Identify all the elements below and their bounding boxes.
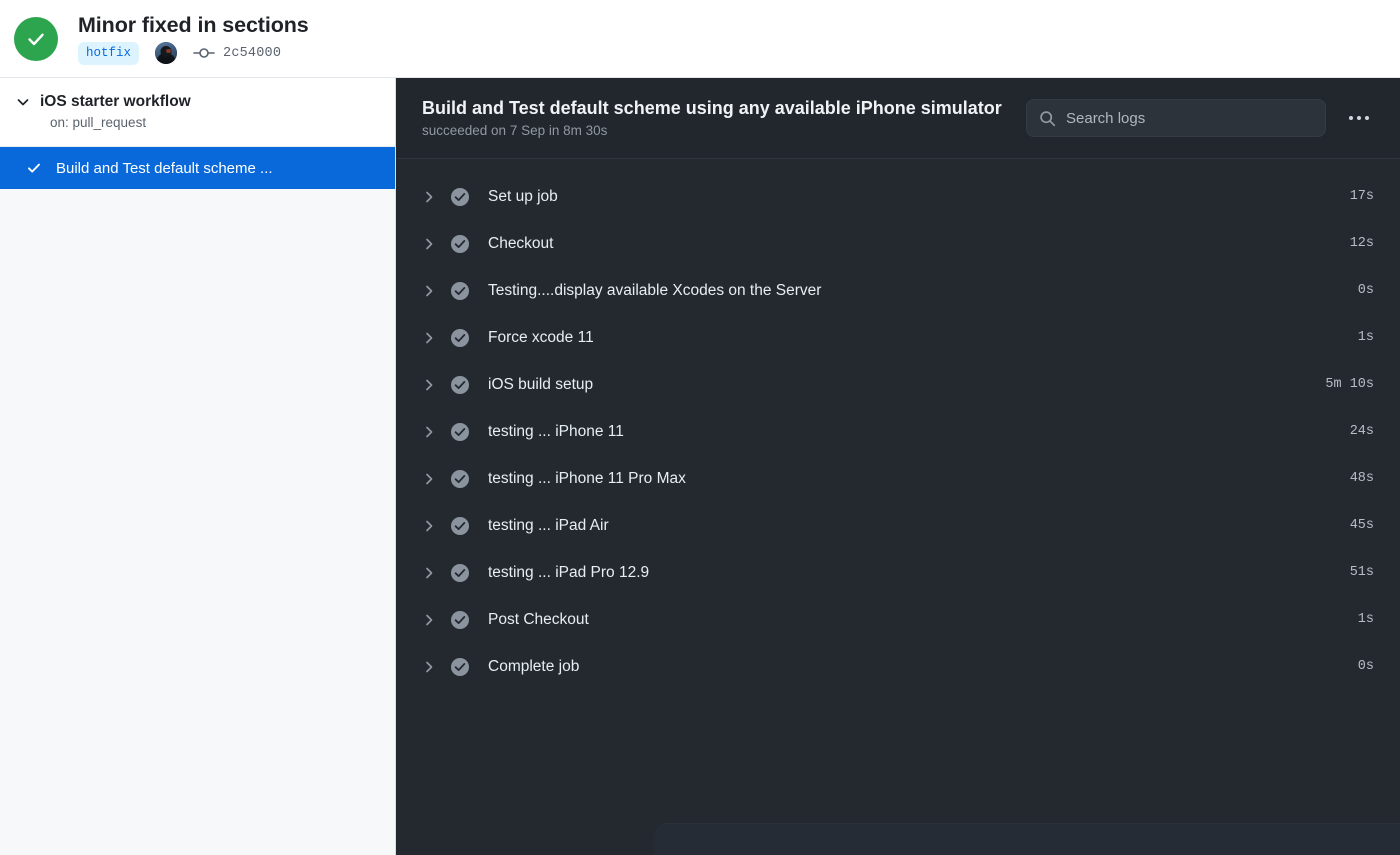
step-status-icon [450, 657, 470, 677]
step-row[interactable]: Set up job 17s [396, 173, 1400, 220]
step-row[interactable]: testing ... iPhone 11 Pro Max 48s [396, 455, 1400, 502]
check-icon [26, 160, 42, 176]
step-name: Post Checkout [488, 610, 589, 628]
step-status-icon [450, 328, 470, 348]
step-name: testing ... iPad Pro 12.9 [488, 563, 650, 581]
sidebar: iOS starter workflow on: pull_request Bu… [0, 78, 396, 855]
run-status-icon [14, 16, 58, 61]
step-duration: 48s [1349, 471, 1374, 486]
search-logs-box[interactable] [1026, 99, 1326, 137]
commit-sha[interactable]: 2c54000 [223, 46, 281, 61]
step-status-icon [450, 610, 470, 630]
chevron-right-icon[interactable] [422, 425, 444, 439]
steps-list: Set up job 17s Checkout 12s Testing....displ… [396, 159, 1400, 855]
step-duration: 0s [1357, 659, 1374, 674]
chevron-right-icon[interactable] [422, 660, 444, 674]
chevron-right-icon[interactable] [422, 331, 444, 345]
step-name: Testing....display available Xcodes on t… [488, 281, 822, 299]
step-row[interactable]: Testing....display available Xcodes on t… [396, 267, 1400, 314]
branch-badge[interactable]: hotfix [78, 41, 140, 65]
step-name: testing ... iPad Air [488, 516, 609, 534]
log-panel: Build and Test default scheme using any … [396, 78, 1400, 855]
step-status-icon [450, 187, 470, 207]
sidebar-empty-space [0, 189, 395, 855]
chevron-right-icon[interactable] [422, 613, 444, 627]
step-status-icon [450, 516, 470, 536]
workflow-name: iOS starter workflow [40, 93, 191, 110]
job-title: Build and Test default scheme using any … [422, 98, 1002, 118]
workflow-trigger: on: pull_request [50, 115, 147, 130]
workflow-run-page: Minor fixed in sections hotfix 2c54000 i… [0, 0, 1400, 855]
step-name: Complete job [488, 657, 580, 675]
avatar[interactable] [155, 42, 178, 64]
step-name: Checkout [488, 234, 554, 252]
run-sub-row: hotfix 2c54000 [78, 41, 309, 65]
chevron-right-icon[interactable] [422, 472, 444, 486]
step-duration: 1s [1357, 612, 1374, 627]
chevron-right-icon[interactable] [422, 237, 444, 251]
step-name: testing ... iPhone 11 Pro Max [488, 469, 686, 487]
step-duration: 17s [1349, 189, 1374, 204]
step-row[interactable]: testing ... iPad Air 45s [396, 502, 1400, 549]
chevron-right-icon[interactable] [422, 378, 444, 392]
chevron-right-icon[interactable] [422, 566, 444, 580]
step-duration: 24s [1349, 424, 1374, 439]
step-row[interactable]: Complete job 0s [396, 643, 1400, 690]
step-status-icon [450, 469, 470, 489]
git-commit-icon [193, 47, 215, 59]
step-row[interactable]: Force xcode 11 1s [396, 314, 1400, 361]
step-status-icon [450, 422, 470, 442]
step-name: Force xcode 11 [488, 328, 594, 346]
step-row[interactable]: testing ... iPhone 11 24s [396, 408, 1400, 455]
page-body: iOS starter workflow on: pull_request Bu… [0, 78, 1400, 855]
workflow-row[interactable]: iOS starter workflow [16, 93, 379, 111]
step-row[interactable]: Checkout 12s [396, 220, 1400, 267]
step-name: testing ... iPhone 11 [488, 422, 624, 440]
workflow-block: iOS starter workflow on: pull_request [0, 78, 395, 147]
step-status-icon [450, 375, 470, 395]
sidebar-item-job-label: Build and Test default scheme ... [56, 159, 273, 177]
step-duration: 5m 10s [1325, 377, 1374, 392]
step-row[interactable]: iOS build setup 5m 10s [396, 361, 1400, 408]
chevron-down-icon[interactable] [16, 95, 30, 109]
step-duration: 0s [1357, 283, 1374, 298]
search-input[interactable] [1066, 109, 1313, 127]
step-name: Set up job [488, 187, 558, 205]
chevron-right-icon[interactable] [422, 190, 444, 204]
run-meta: Minor fixed in sections hotfix 2c54000 [78, 12, 309, 65]
log-panel-header-texts: Build and Test default scheme using any … [422, 98, 1010, 138]
step-status-icon [450, 234, 470, 254]
step-status-icon [450, 281, 470, 301]
search-icon [1040, 110, 1056, 126]
sidebar-item-job[interactable]: Build and Test default scheme ... [0, 147, 395, 189]
job-status-summary: succeeded on 7 Sep in 8m 30s [422, 123, 608, 138]
kebab-menu-icon[interactable] [1342, 101, 1376, 135]
step-row[interactable]: Post Checkout 1s [396, 596, 1400, 643]
step-name: iOS build setup [488, 375, 594, 393]
chevron-right-icon[interactable] [422, 284, 444, 298]
chevron-right-icon[interactable] [422, 519, 444, 533]
log-panel-header: Build and Test default scheme using any … [396, 78, 1400, 159]
step-duration: 45s [1349, 518, 1374, 533]
step-row[interactable]: testing ... iPad Pro 12.9 51s [396, 549, 1400, 596]
step-status-icon [450, 563, 470, 583]
run-title: Minor fixed in sections [78, 13, 309, 37]
run-header: Minor fixed in sections hotfix 2c54000 [0, 0, 1400, 78]
step-duration: 1s [1357, 330, 1374, 345]
step-duration: 51s [1349, 565, 1374, 580]
step-duration: 12s [1349, 236, 1374, 251]
